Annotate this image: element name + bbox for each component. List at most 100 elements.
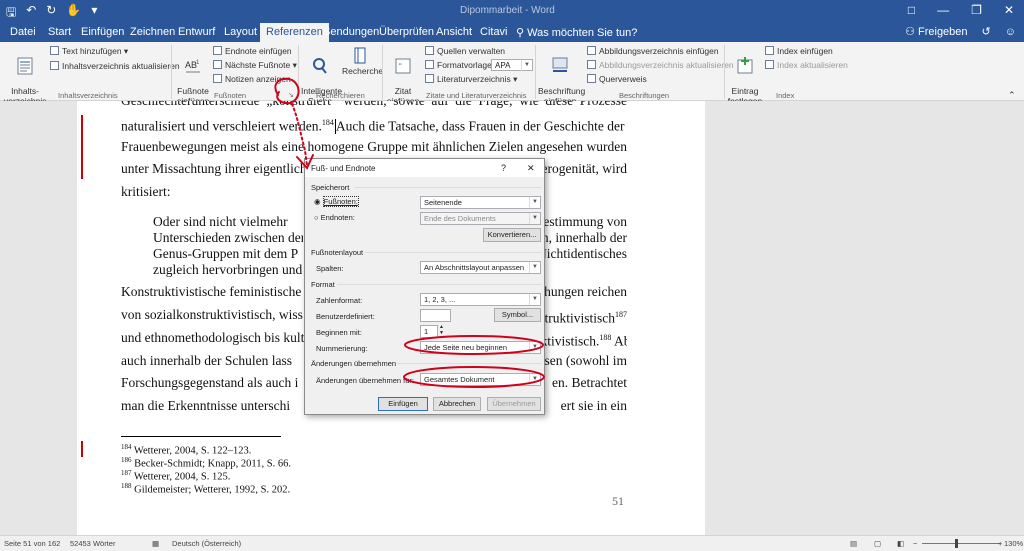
- redo-icon[interactable]: ↻: [46, 3, 56, 24]
- next-footnote-button[interactable]: Nächste Fußnote ▾: [213, 60, 297, 70]
- zoom-out-icon[interactable]: −: [913, 539, 917, 548]
- numbering-select[interactable]: Jede Seite neu beginnen ▼: [420, 341, 541, 354]
- lightbulb-icon: ⚲: [516, 27, 528, 39]
- maximize-icon[interactable]: ❐: [971, 3, 982, 17]
- zoom-level[interactable]: 130%: [1004, 539, 1023, 548]
- update-toc-button[interactable]: Inhaltsverzeichnis aktualisieren: [50, 61, 180, 71]
- quick-access-toolbar: 🖫 ↶ ↻ ✋ ▾: [6, 3, 97, 24]
- help-icon[interactable]: ?: [501, 163, 506, 173]
- insert-citation-button[interactable]: “ Zitat einfügen: [386, 47, 420, 106]
- divider: [365, 252, 541, 253]
- history-icon[interactable]: ↺: [982, 25, 991, 38]
- custom-mark-input[interactable]: [420, 309, 451, 322]
- tab-sendungen[interactable]: Sendungen: [323, 26, 379, 38]
- save-icon[interactable]: 🖫: [6, 3, 16, 24]
- ribbon-display-icon[interactable]: □: [908, 3, 915, 17]
- print-layout-icon[interactable]: ▢: [874, 539, 881, 548]
- footnotes-radio-label: Fußnoten:: [322, 196, 359, 207]
- show-notes-icon: [213, 74, 222, 83]
- insert-button[interactable]: Einfügen: [378, 397, 428, 411]
- radio-selected-icon: ◉: [314, 197, 321, 206]
- footnote-dialog-launcher-icon[interactable]: ↘: [288, 91, 294, 101]
- research-button[interactable]: Recherche: [342, 47, 383, 76]
- footnote-separator: [121, 436, 281, 437]
- bibliography-button[interactable]: Literaturverzeichnis ▾: [425, 74, 517, 84]
- tell-me-box[interactable]: ⚲ Was möchten Sie tun?: [516, 26, 637, 39]
- tab-start[interactable]: Start: [48, 26, 71, 38]
- close-icon[interactable]: ✕: [527, 163, 535, 174]
- insert-endnote-button[interactable]: Endnote einfügen: [213, 46, 292, 56]
- insert-figure-index-button[interactable]: Abbildungsverzeichnis einfügen: [587, 46, 719, 56]
- manage-sources-button[interactable]: Quellen verwalten: [425, 46, 505, 56]
- number-format-select[interactable]: 1, 2, 3, ... ▼: [420, 293, 541, 306]
- word-count[interactable]: 52453 Wörter: [70, 539, 115, 548]
- update-index-button[interactable]: Index aktualisieren: [765, 60, 848, 70]
- add-text-button[interactable]: Text hinzufügen ▾: [50, 46, 128, 56]
- update-figure-index-button[interactable]: Abbildungsverzeichnis aktualisieren: [587, 60, 734, 70]
- page-count[interactable]: Seite 51 von 162: [4, 539, 60, 548]
- spinner-icon[interactable]: ▲ ▼: [439, 324, 444, 336]
- group-label-index: Index: [776, 91, 795, 100]
- footnotes-radio[interactable]: ◉ Fußnoten:: [314, 196, 359, 207]
- footnote-text: Wetterer, 2004, S. 125.: [131, 471, 231, 483]
- toc-button[interactable]: Inhalts- verzeichnis: [4, 47, 47, 106]
- tab-referenzen[interactable]: Referenzen: [260, 23, 329, 42]
- chevron-down-icon: ▼: [529, 374, 540, 385]
- undo-icon[interactable]: ↶: [26, 3, 36, 24]
- symbol-button[interactable]: Symbol...: [494, 308, 541, 322]
- web-layout-icon[interactable]: ◧: [897, 539, 904, 548]
- tab-layout[interactable]: Layout: [224, 26, 257, 38]
- crossref-button[interactable]: Querverweis: [587, 74, 647, 84]
- tab-datei[interactable]: Datei: [10, 26, 36, 38]
- ribbon-tabs: Datei Start Einfügen Zeichnen Entwurf La…: [0, 22, 1024, 42]
- group-label-captions: Beschriftungen: [619, 91, 670, 100]
- tab-entwurf[interactable]: Entwurf: [178, 26, 215, 38]
- start-at-input[interactable]: 1: [420, 325, 438, 338]
- tab-ansicht[interactable]: Ansicht: [436, 26, 472, 38]
- zoom-in-icon[interactable]: +: [998, 539, 1002, 548]
- tell-me-text: Was möchten Sie tun?: [527, 27, 638, 39]
- convert-button[interactable]: Konvertieren...: [483, 228, 541, 242]
- endnotes-radio[interactable]: ○ Endnoten:: [314, 213, 355, 222]
- footnotes-location-select[interactable]: Seitenende ▼: [420, 196, 541, 209]
- endnotes-location-select[interactable]: Ende des Dokuments ▼: [420, 212, 541, 225]
- tab-einfuegen[interactable]: Einfügen: [81, 26, 124, 38]
- show-notes-button[interactable]: Notizen anzeigen: [213, 74, 291, 84]
- columns-select[interactable]: An Abschnittslayout anpassen ▼: [420, 261, 541, 274]
- footnote-icon: AB1: [185, 60, 200, 73]
- proofing-icon[interactable]: ▦: [152, 539, 159, 548]
- footnote-endnote-dialog: Fuß- und Endnote ? ✕ Speicherort ◉ Fußno…: [304, 158, 545, 415]
- tab-citavi[interactable]: Citavi: [480, 26, 508, 38]
- apply-to-select[interactable]: Gesamtes Dokument ▼: [420, 373, 541, 386]
- text-line: man die Erkenntnisse unterschi: [121, 398, 291, 413]
- customize-qat-icon[interactable]: ▾: [91, 3, 97, 24]
- language[interactable]: Deutsch (Österreich): [172, 539, 241, 548]
- collapse-ribbon-icon[interactable]: ⌃: [1008, 90, 1016, 100]
- zoom-slider-thumb[interactable]: [955, 539, 958, 548]
- dialog-titlebar: Fuß- und Endnote ? ✕: [305, 159, 544, 177]
- minimize-icon[interactable]: —: [937, 3, 949, 17]
- text-line: Frauenbewegungen meist als eine homogene…: [121, 139, 627, 154]
- tab-ueberpruefen[interactable]: Überprüfen: [379, 26, 434, 38]
- insert-footnote-button[interactable]: AB1 Fußnote einfügen: [175, 47, 211, 106]
- share-button[interactable]: ⚇ Freigeben: [905, 25, 967, 38]
- mark-entry-button[interactable]: Eintrag festlegen: [727, 47, 763, 106]
- cancel-button[interactable]: Abbrechen: [433, 397, 481, 411]
- search-icon: [313, 58, 327, 74]
- style-select[interactable]: APA ▼: [491, 59, 533, 71]
- apply-button[interactable]: Übernehmen: [487, 397, 541, 411]
- custom-mark-label: Benutzerdefiniert:: [316, 312, 375, 321]
- tab-zeichnen[interactable]: Zeichnen: [130, 26, 175, 38]
- close-icon[interactable]: ✕: [1004, 3, 1014, 17]
- update-figure-index-label: Abbildungsverzeichnis aktualisieren: [599, 60, 734, 70]
- bibliography-label: Literaturverzeichnis: [437, 74, 511, 84]
- touch-mode-icon[interactable]: ✋: [66, 3, 81, 24]
- research-book-icon: [354, 47, 366, 64]
- zoom-slider[interactable]: [922, 543, 1000, 544]
- insert-index-button[interactable]: Index einfügen: [765, 46, 833, 56]
- smiley-icon[interactable]: ☺: [1005, 26, 1016, 38]
- update-index-icon: [765, 60, 774, 69]
- insert-caption-button[interactable]: Beschriftung einfügen: [538, 47, 585, 106]
- separator: [382, 45, 383, 99]
- read-mode-icon[interactable]: ▤: [850, 539, 857, 548]
